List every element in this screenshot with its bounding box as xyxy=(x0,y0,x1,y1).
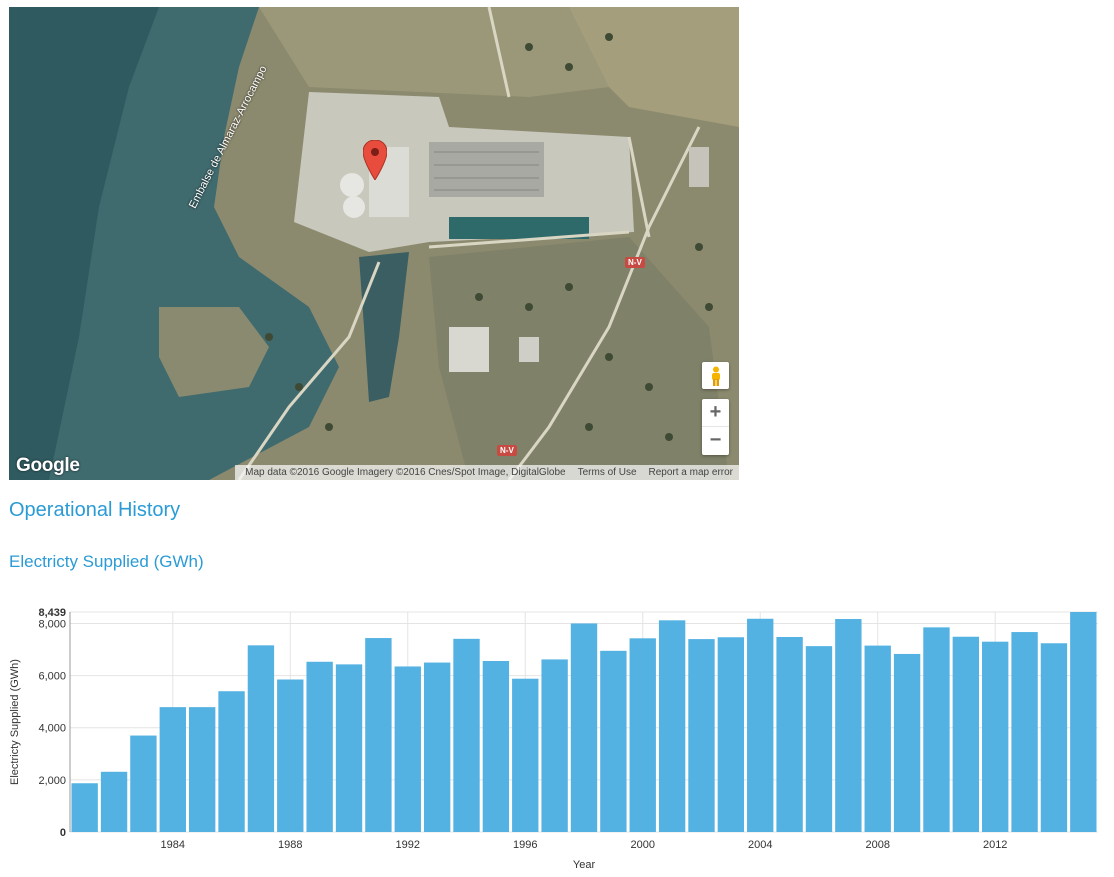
bar-2010[interactable] xyxy=(923,627,950,832)
chart-bars xyxy=(71,612,1097,832)
bar-2005[interactable] xyxy=(776,637,803,832)
y-tick-label: 0 xyxy=(60,827,66,839)
bar-2000[interactable] xyxy=(629,638,656,832)
bar-1996[interactable] xyxy=(512,678,539,832)
x-axis-label: Year xyxy=(573,859,596,871)
x-tick-label: 2000 xyxy=(631,839,655,851)
pegman-icon xyxy=(711,366,720,386)
bar-2012[interactable] xyxy=(982,641,1009,832)
x-tick-label: 2008 xyxy=(865,839,889,851)
road-label: N-V xyxy=(625,257,645,268)
bar-1981[interactable] xyxy=(71,783,98,832)
x-tick-label: 1988 xyxy=(278,839,302,851)
google-logo[interactable]: Google xyxy=(16,455,80,477)
bar-2014[interactable] xyxy=(1040,643,1068,832)
report-map-error-link[interactable]: Report a map error xyxy=(643,467,739,478)
bar-1994[interactable] xyxy=(453,638,480,832)
zoom-in-button[interactable]: + xyxy=(702,399,729,426)
road-label: N-V xyxy=(497,445,517,456)
bar-1982[interactable] xyxy=(100,771,128,832)
bar-2007[interactable] xyxy=(835,619,862,832)
bar-2002[interactable] xyxy=(688,639,715,832)
bar-1993[interactable] xyxy=(423,662,451,832)
map-pin-icon[interactable] xyxy=(363,140,387,180)
bar-2003[interactable] xyxy=(717,637,745,832)
map-attribution-bar: Map data ©2016 Google Imagery ©2016 Cnes… xyxy=(235,465,739,480)
bar-1989[interactable] xyxy=(306,661,333,832)
bar-2009[interactable] xyxy=(893,653,921,832)
street-view-button[interactable] xyxy=(702,362,729,389)
bar-1985[interactable] xyxy=(188,707,216,832)
bar-2015[interactable] xyxy=(1070,612,1097,832)
satellite-imagery xyxy=(9,7,739,480)
bar-1990[interactable] xyxy=(335,664,363,832)
bar-2011[interactable] xyxy=(952,636,980,832)
location-map[interactable]: Embalse de Almaraz-Arrocampo N-V N-V + −… xyxy=(9,7,739,480)
bar-1988[interactable] xyxy=(277,679,304,832)
bar-1998[interactable] xyxy=(570,623,598,832)
section-title: Operational History xyxy=(9,499,181,521)
bar-2006[interactable] xyxy=(805,646,833,832)
y-tick-label: 6,000 xyxy=(38,671,66,683)
bar-1983[interactable] xyxy=(130,735,157,832)
y-axis-label: Electricty Supplied (GWh) xyxy=(9,659,21,785)
bar-1987[interactable] xyxy=(247,645,275,832)
bar-1984[interactable] xyxy=(159,707,186,832)
bar-2008[interactable] xyxy=(864,645,891,832)
bar-1991[interactable] xyxy=(365,638,392,832)
x-tick-label: 1996 xyxy=(513,839,537,851)
bar-1999[interactable] xyxy=(600,650,627,832)
bar-2004[interactable] xyxy=(747,618,774,832)
x-tick-label: 2004 xyxy=(748,839,772,851)
x-tick-label: 1984 xyxy=(161,839,185,851)
x-tick-label: 1992 xyxy=(396,839,420,851)
terms-of-use-link[interactable]: Terms of Use xyxy=(572,467,643,478)
x-tick-label: 2012 xyxy=(983,839,1007,851)
map-attribution: Map data ©2016 Google Imagery ©2016 Cnes… xyxy=(245,467,566,478)
bar-1986[interactable] xyxy=(218,691,245,832)
bar-2001[interactable] xyxy=(658,620,686,832)
bar-1992[interactable] xyxy=(394,666,421,832)
y-tick-label: 8,439 xyxy=(38,607,66,619)
bar-1995[interactable] xyxy=(482,660,510,832)
zoom-control: + − xyxy=(702,399,729,455)
electricity-supplied-chart: 0 2,000 4,000 6,000 8,0008,439 1984 1988 1992 19… xyxy=(9,607,1098,871)
chart-title: Electricty Supplied (GWh) xyxy=(9,552,204,571)
y-tick-label: 2,000 xyxy=(38,775,66,787)
bar-2013[interactable] xyxy=(1011,632,1038,832)
zoom-out-button[interactable]: − xyxy=(702,426,729,454)
bar-1997[interactable] xyxy=(541,659,568,832)
y-tick-label: 4,000 xyxy=(38,723,66,735)
y-tick-label: 8,000 xyxy=(38,618,66,630)
